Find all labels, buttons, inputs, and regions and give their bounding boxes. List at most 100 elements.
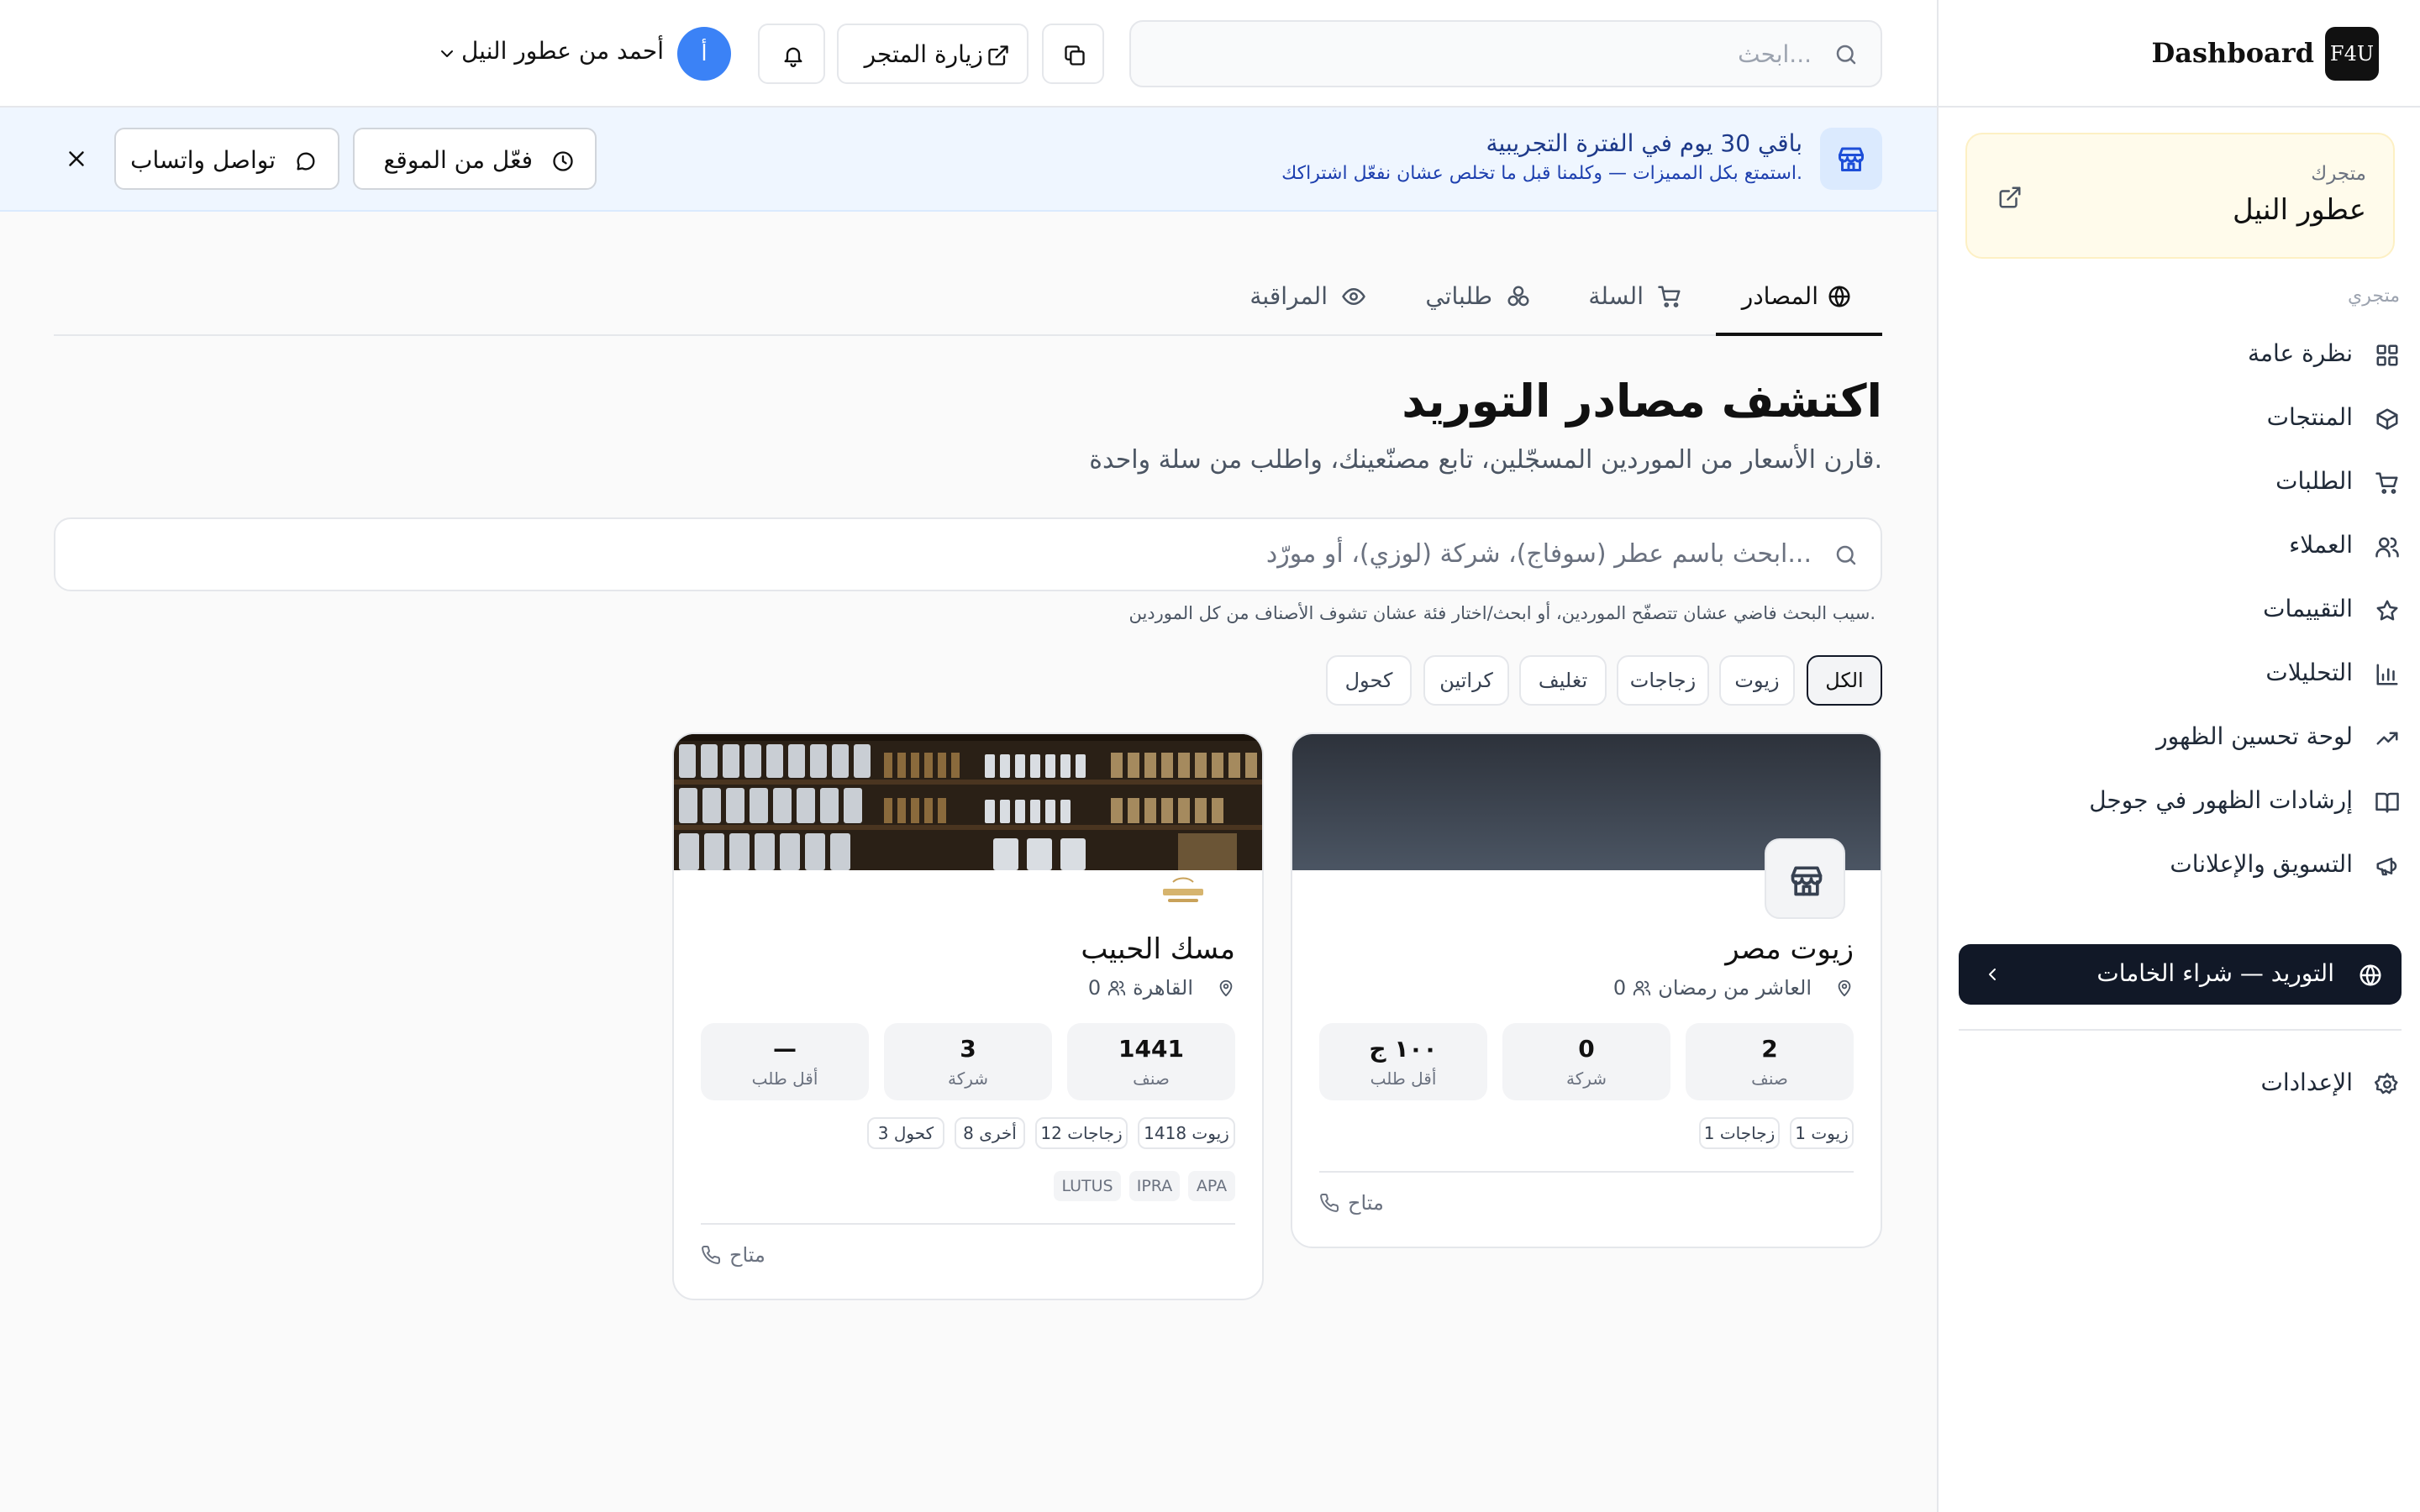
store-caption: متجرك (2311, 163, 2366, 185)
sidebar-item-label: المنتجات (2266, 403, 2353, 431)
sidebar-item-label: العملاء (2289, 531, 2353, 559)
globe-icon (2358, 963, 2383, 988)
supplier-meta: 0 القاهرة (1088, 976, 1235, 1000)
sidebar-header: F4U Dashboard (1939, 0, 2420, 108)
tab-my-orders[interactable]: طلباتي (1423, 282, 1531, 334)
brand-tag: LUTUS (1054, 1171, 1121, 1201)
boxes-icon (1506, 284, 1531, 309)
followers-count: 0 (1612, 976, 1627, 1000)
chevron-down-icon[interactable] (437, 44, 457, 64)
sidebar-item-label: التوريد — شراء الخامات (2096, 959, 2334, 987)
filter-chip-oils[interactable]: زيوت (1719, 655, 1795, 706)
avatar[interactable]: أ (677, 27, 731, 81)
sidebar-item-marketing[interactable]: التسويق والإعلانات (1937, 840, 2420, 890)
search-icon (1833, 42, 1859, 67)
user-menu-name[interactable]: أحمد من عطور النيل (461, 37, 664, 65)
stat-label: صنف (1133, 1068, 1170, 1089)
sidebar-item-visibility-board[interactable]: لوحة تحسين الظهور (1937, 712, 2420, 763)
stat-label: أقل طلب (751, 1068, 818, 1089)
filter-chip-bottles[interactable]: زجاجات (1617, 655, 1709, 706)
supplier-logo (1765, 838, 1845, 919)
supplier-status: متاح (701, 1243, 765, 1267)
top-bar: ابحث... زيارة المتجر أ أحمد من عطور الني… (0, 0, 1937, 108)
activate-button[interactable]: فعّل من الموقع (353, 128, 597, 190)
store-name: عطور النيل (2232, 193, 2366, 227)
copy-link-button[interactable] (1042, 24, 1104, 84)
stat-min-order: — أقل طلب (701, 1023, 869, 1100)
category-tag: زجاجات 12 (1035, 1117, 1128, 1149)
users-icon (1633, 979, 1651, 997)
category-tag: أخرى 8 (955, 1117, 1025, 1149)
trend-icon (2375, 726, 2400, 751)
sidebar-item-settings[interactable]: الإعدادات (1937, 1058, 2420, 1109)
visit-store-button[interactable]: زيارة المتجر (837, 24, 1028, 84)
stat-companies: 0 شركة (1502, 1023, 1670, 1100)
sidebar-item-sourcing[interactable]: التوريد — شراء الخامات (1959, 944, 2402, 1005)
filter-chip-all[interactable]: الكل (1807, 655, 1882, 706)
filter-chip-packaging[interactable]: تغليف (1519, 655, 1607, 706)
sidebar-item-label: التحليلات (2265, 659, 2353, 686)
external-link-icon[interactable] (1997, 185, 2023, 210)
supplier-cover-photo (674, 734, 1262, 870)
stat-value: 3 (960, 1035, 976, 1063)
tab-label: السلة (1588, 282, 1644, 310)
status-text: متاح (1348, 1191, 1384, 1215)
sidebar-item-overview[interactable]: نظرة عامة (1937, 329, 2420, 380)
sidebar-item-orders[interactable]: الطلبات (1937, 457, 2420, 507)
notifications-button[interactable] (758, 24, 825, 84)
app-brand: Dashboard (2151, 37, 2314, 69)
supplier-card[interactable]: زيوت مصر 0 العاشر من رمضان 2 صنف 0 شركة … (1291, 732, 1882, 1248)
megaphone-icon (2375, 853, 2400, 879)
stat-items: 2 صنف (1686, 1023, 1854, 1100)
bell-icon (781, 44, 805, 67)
stat-label: شركة (947, 1068, 989, 1089)
sidebar-item-google-guide[interactable]: إرشادات الظهور في جوجل (1937, 776, 2420, 827)
stat-label: شركة (1565, 1068, 1607, 1089)
trial-banner: باقي 30 يوم في الفترة التجريبية استمتع ب… (0, 108, 1937, 212)
supplier-card[interactable]: مسك الحبيب 0 القاهرة 1441 صنف 3 شركة — أ… (672, 732, 1264, 1300)
tab-sources[interactable]: المصادر (1716, 282, 1882, 336)
cart-icon (1657, 284, 1682, 309)
app-logo[interactable]: F4U (2325, 27, 2379, 81)
sidebar-item-products[interactable]: المنتجات (1937, 393, 2420, 444)
search-placeholder: ابحث... (1738, 40, 1812, 68)
sidebar-item-customers[interactable]: العملاء (1937, 521, 2420, 571)
tab-cart[interactable]: السلة (1588, 282, 1682, 334)
sidebar-divider (1959, 1029, 2402, 1031)
close-icon[interactable] (64, 146, 89, 171)
box-icon (2375, 407, 2400, 432)
stat-label: أقل طلب (1370, 1068, 1437, 1089)
status-text: متاح (729, 1243, 765, 1267)
banner-title: باقي 30 يوم في الفترة التجريبية (1486, 129, 1802, 157)
sidebar: F4U Dashboard متجرك عطور النيل متجري نظر… (1937, 0, 2420, 1512)
card-divider (1319, 1171, 1854, 1173)
store-card[interactable]: متجرك عطور النيل (1965, 133, 2395, 259)
bar-chart-icon (2375, 662, 2400, 687)
search-icon (1833, 543, 1859, 568)
supplier-name: مسك الحبيب (1081, 932, 1235, 966)
search-hint: سيب البحث فاضي عشان تتصفّح الموردين، أو … (1128, 603, 1876, 623)
search-input[interactable]: ابحث... (1129, 20, 1882, 87)
sidebar-item-reviews[interactable]: التقييمات (1937, 585, 2420, 635)
banner-icon-box (1820, 128, 1882, 190)
supplier-location: القاهرة (1133, 976, 1193, 1000)
filter-chip-alcohol[interactable]: كحول (1326, 655, 1412, 706)
filter-chip-cartons[interactable]: كراتين (1423, 655, 1509, 706)
page-subtitle: قارن الأسعار من الموردين المسجّلين، تابع… (1089, 445, 1882, 475)
sidebar-item-label: الطلبات (2275, 467, 2353, 495)
supplier-meta: 0 العاشر من رمضان (1613, 976, 1854, 1000)
stat-value: 1441 (1118, 1035, 1184, 1063)
sidebar-item-label: نظرة عامة (2247, 339, 2353, 367)
users-icon (1107, 979, 1126, 997)
sidebar-item-label: لوحة تحسين الظهور (2156, 722, 2353, 750)
whatsapp-button[interactable]: تواصل واتساب (114, 128, 339, 190)
sidebar-section-label: متجري (2348, 286, 2400, 307)
sidebar-item-analytics[interactable]: التحليلات (1937, 648, 2420, 699)
book-icon (2375, 790, 2400, 815)
stat-items: 1441 صنف (1067, 1023, 1235, 1100)
supplier-search-input[interactable]: ابحث باسم عطر (سوفاج)، شركة (لوزي)، أو م… (54, 517, 1882, 591)
sidebar-item-label: الإعدادات (2260, 1068, 2353, 1096)
users-icon (2375, 534, 2400, 559)
tab-watch[interactable]: المراقبة (1247, 282, 1366, 334)
tab-label: المراقبة (1249, 282, 1328, 310)
